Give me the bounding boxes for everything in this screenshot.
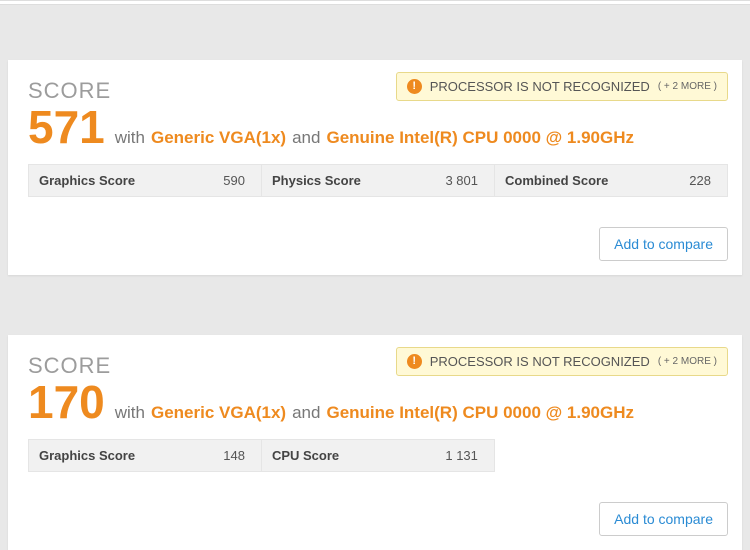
subscore-value: 3 801 (445, 173, 478, 188)
gap (0, 5, 750, 60)
subscore-cell: Combined Score 228 (495, 165, 727, 196)
subscore-label: Graphics Score (39, 448, 135, 463)
score-value: 571 (28, 104, 105, 150)
actions: Add to compare (28, 227, 728, 261)
score-value: 170 (28, 379, 105, 425)
subscores: Graphics Score 148 CPU Score 1 131 (28, 439, 495, 472)
warning-text: PROCESSOR IS NOT RECOGNIZED (430, 79, 650, 94)
subscore-cell: Graphics Score 148 (29, 440, 262, 471)
subscore-cell: CPU Score 1 131 (262, 440, 494, 471)
score-line: 571 with Generic VGA(1x) and Genuine Int… (28, 104, 728, 150)
gpu-link[interactable]: Generic VGA(1x) (151, 403, 286, 423)
subscore-cell: Graphics Score 590 (29, 165, 262, 196)
and-text: and (292, 403, 320, 423)
subscore-label: Physics Score (272, 173, 361, 188)
warning-banner[interactable]: ! PROCESSOR IS NOT RECOGNIZED ( + 2 MORE… (396, 72, 728, 101)
subscore-label: Graphics Score (39, 173, 135, 188)
gap (0, 275, 750, 335)
subscore-value: 228 (689, 173, 711, 188)
add-to-compare-button[interactable]: Add to compare (599, 502, 728, 536)
with-text: with (115, 128, 145, 148)
add-to-compare-button[interactable]: Add to compare (599, 227, 728, 261)
warning-icon: ! (407, 354, 422, 369)
result-card: ! PROCESSOR IS NOT RECOGNIZED ( + 2 MORE… (8, 60, 742, 275)
subscore-cell: Physics Score 3 801 (262, 165, 495, 196)
warning-banner[interactable]: ! PROCESSOR IS NOT RECOGNIZED ( + 2 MORE… (396, 347, 728, 376)
subscore-label: Combined Score (505, 173, 608, 188)
warning-icon: ! (407, 79, 422, 94)
subscore-value: 590 (223, 173, 245, 188)
warning-more: ( + 2 MORE ) (658, 356, 717, 367)
subscore-value: 1 131 (445, 448, 478, 463)
actions: Add to compare (28, 502, 728, 536)
with-text: with (115, 403, 145, 423)
subscores: Graphics Score 590 Physics Score 3 801 C… (28, 164, 728, 197)
cpu-link[interactable]: Genuine Intel(R) CPU 0000 @ 1.90GHz (326, 403, 634, 423)
result-card: ! PROCESSOR IS NOT RECOGNIZED ( + 2 MORE… (8, 335, 742, 550)
score-line: 170 with Generic VGA(1x) and Genuine Int… (28, 379, 728, 425)
and-text: and (292, 128, 320, 148)
subscore-value: 148 (223, 448, 245, 463)
warning-more: ( + 2 MORE ) (658, 81, 717, 92)
subscore-label: CPU Score (272, 448, 339, 463)
cpu-link[interactable]: Genuine Intel(R) CPU 0000 @ 1.90GHz (326, 128, 634, 148)
warning-text: PROCESSOR IS NOT RECOGNIZED (430, 354, 650, 369)
gpu-link[interactable]: Generic VGA(1x) (151, 128, 286, 148)
